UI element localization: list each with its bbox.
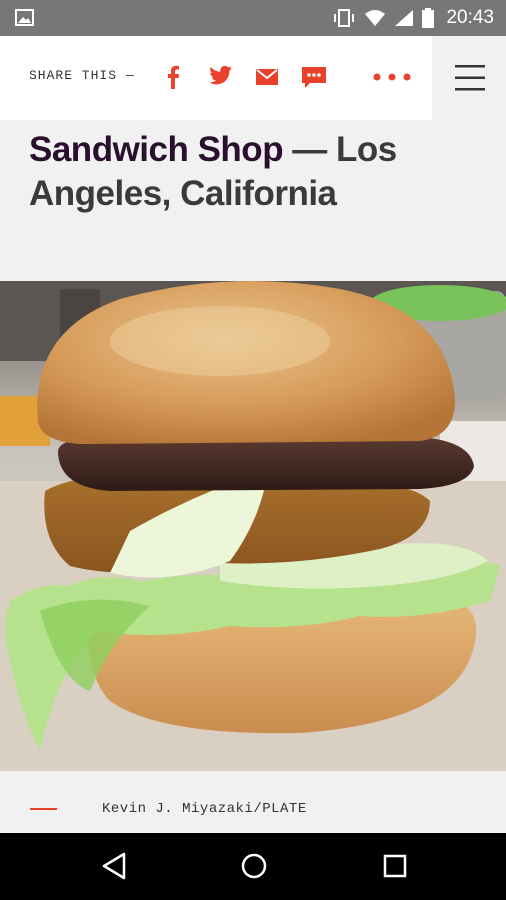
wifi-icon bbox=[365, 10, 386, 26]
photo-caption: Kevin J. Miyazaki/PLATE bbox=[0, 771, 506, 833]
article-photo bbox=[0, 281, 506, 771]
twitter-icon[interactable] bbox=[209, 65, 233, 87]
article-title: Sandwich Shop — Los Angeles, California bbox=[29, 128, 489, 216]
photo-credit: Kevin J. Miyazaki/PLATE bbox=[102, 801, 307, 817]
facebook-icon[interactable] bbox=[166, 65, 180, 89]
recents-icon[interactable] bbox=[382, 851, 408, 881]
status-time: 20:43 bbox=[446, 7, 494, 28]
sms-icon[interactable] bbox=[302, 67, 326, 89]
cell-signal-icon bbox=[395, 10, 414, 26]
article-title-strong: Sandwich Shop bbox=[29, 130, 284, 169]
battery-icon bbox=[422, 8, 435, 28]
share-label: SHARE THIS — bbox=[29, 68, 135, 83]
caption-dash bbox=[30, 808, 57, 810]
home-icon[interactable] bbox=[240, 851, 268, 881]
cheeseburger-photo bbox=[0, 281, 506, 771]
more-icon[interactable] bbox=[373, 73, 411, 81]
vibrate-icon bbox=[334, 9, 355, 27]
gallery-icon bbox=[15, 9, 34, 26]
back-icon[interactable] bbox=[100, 851, 128, 881]
navigation-bar bbox=[0, 833, 506, 900]
status-bar: 20:43 bbox=[0, 0, 506, 36]
hamburger-icon bbox=[455, 65, 485, 91]
share-bar: SHARE THIS — bbox=[0, 36, 432, 120]
email-icon[interactable] bbox=[256, 69, 278, 85]
menu-button[interactable] bbox=[432, 36, 506, 120]
